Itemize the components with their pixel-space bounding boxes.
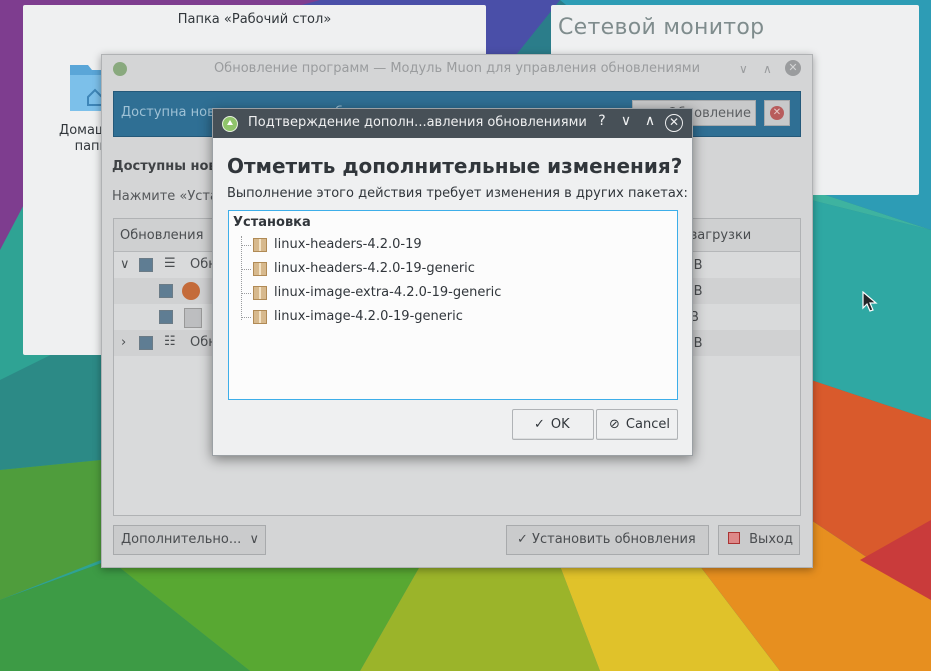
folder-widget-title: Папка «Рабочий стол» bbox=[177, 12, 332, 27]
check-icon: ✓ bbox=[517, 532, 528, 547]
cancel-label: Cancel bbox=[625, 417, 670, 432]
muon-titlebar: Обновление программ — Модуль Muon для уп… bbox=[102, 55, 812, 83]
install-group-label: Установка bbox=[233, 215, 311, 230]
dialog-description: Выполнение этого действия требует измене… bbox=[227, 186, 688, 201]
checkbox[interactable] bbox=[159, 310, 173, 324]
check-icon: ✓ bbox=[534, 417, 545, 432]
updater-app-icon bbox=[222, 116, 238, 132]
list-item[interactable]: linux-image-4.2.0-19-generic bbox=[229, 306, 669, 330]
chevron-down-icon: ∨ bbox=[249, 532, 259, 547]
package-icon bbox=[253, 286, 267, 300]
package-name: linux-headers-4.2.0-19-generic bbox=[274, 261, 475, 276]
mouse-cursor-icon bbox=[862, 291, 878, 312]
checkbox[interactable] bbox=[159, 284, 173, 298]
install-updates-button[interactable]: ✓ Установить обновления bbox=[506, 525, 709, 555]
cancel-button[interactable]: ⊘ Cancel bbox=[596, 409, 678, 440]
list-icon: ☰ bbox=[164, 256, 176, 271]
minimize-icon[interactable]: ∨ bbox=[617, 113, 635, 129]
package-icon bbox=[253, 238, 267, 252]
quit-label: Выход bbox=[749, 532, 793, 547]
chevron-down-icon[interactable]: ∨ bbox=[120, 257, 130, 272]
package-name: linux-image-4.2.0-19-generic bbox=[274, 309, 463, 324]
package-icon bbox=[253, 310, 267, 324]
install-updates-label: Установить обновления bbox=[532, 532, 696, 547]
tree-branch-line bbox=[241, 293, 251, 294]
changes-list[interactable]: Установка linux-headers-4.2.0-19 linux-h… bbox=[228, 210, 678, 400]
list-item[interactable]: linux-headers-4.2.0-19 bbox=[229, 234, 669, 258]
package-name: linux-image-extra-4.2.0-19-generic bbox=[274, 285, 502, 300]
cancel-icon: ⊘ bbox=[609, 417, 620, 432]
network-monitor-title: Сетевой монитор bbox=[558, 15, 765, 40]
help-icon[interactable]: ? bbox=[593, 113, 611, 129]
dialog-heading: Отметить дополнительные изменения? bbox=[227, 154, 683, 178]
muon-window-title: Обновление программ — Модуль Muon для уп… bbox=[213, 61, 701, 76]
banner-dismiss-button[interactable]: ✕ bbox=[764, 100, 790, 126]
ok-label: OK bbox=[550, 417, 570, 432]
more-options-dropdown[interactable]: Дополнительно... ∨ bbox=[113, 525, 266, 555]
tree-branch-line bbox=[241, 245, 251, 246]
more-options-label: Дополнительно... bbox=[121, 532, 242, 547]
tree-branch-line bbox=[241, 269, 251, 270]
package-icon bbox=[253, 262, 267, 276]
checkbox[interactable] bbox=[139, 258, 153, 272]
close-icon[interactable]: ✕ bbox=[785, 60, 801, 76]
column-header-updates[interactable]: Обновления bbox=[120, 228, 203, 243]
list-item[interactable]: linux-headers-4.2.0-19-generic bbox=[229, 258, 669, 282]
dialog-titlebar: Подтверждение дополн...авления обновлени… bbox=[213, 109, 692, 138]
chevron-right-icon[interactable]: › bbox=[121, 335, 126, 350]
package-name: linux-headers-4.2.0-19 bbox=[274, 237, 422, 252]
confirm-changes-dialog: Подтверждение дополн...авления обновлени… bbox=[212, 108, 693, 456]
quit-button[interactable]: Выход bbox=[718, 525, 800, 555]
package-icon bbox=[184, 308, 202, 328]
tree-branch-line bbox=[241, 317, 251, 318]
settings-icon: ☷ bbox=[164, 334, 176, 349]
close-icon[interactable]: ✕ bbox=[665, 114, 683, 132]
maximize-icon[interactable]: ∧ bbox=[641, 113, 659, 129]
ok-button[interactable]: ✓ OK bbox=[512, 409, 594, 440]
firefox-icon bbox=[182, 282, 200, 300]
exit-icon bbox=[728, 532, 740, 544]
checkbox[interactable] bbox=[139, 336, 153, 350]
maximize-icon[interactable]: ∧ bbox=[763, 62, 772, 76]
minimize-icon[interactable]: ∨ bbox=[739, 62, 748, 76]
dialog-title: Подтверждение дополн...авления обновлени… bbox=[248, 115, 587, 130]
close-icon: ✕ bbox=[770, 106, 784, 120]
list-item[interactable]: linux-image-extra-4.2.0-19-generic bbox=[229, 282, 669, 306]
